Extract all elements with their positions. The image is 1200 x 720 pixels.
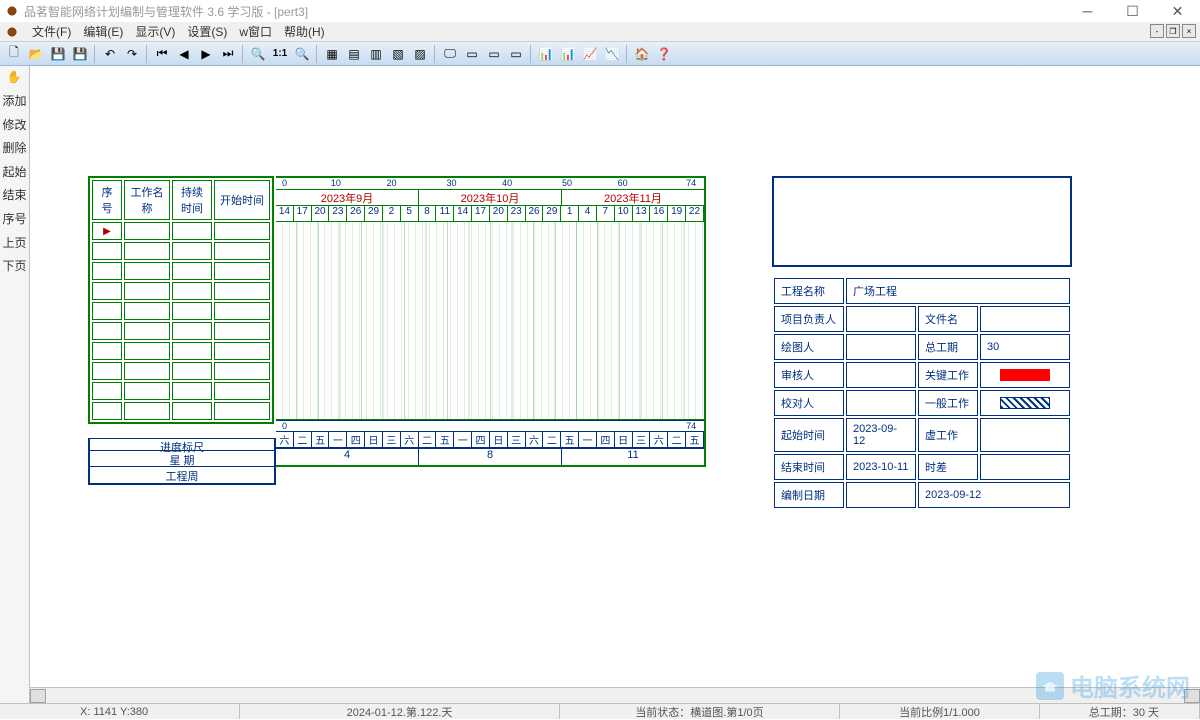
title-bar: 品茗智能网络计划编制与管理软件 3.6 学习版 - [pert3] ─ ☐ ✕ bbox=[0, 0, 1200, 22]
label-week: 工程周 bbox=[90, 467, 274, 483]
canvas[interactable]: 序号 工作名称 持续时间 开始时间 ▶ 0 bbox=[30, 66, 1200, 703]
mdi-close-button[interactable]: × bbox=[1182, 24, 1196, 38]
sidebar-add[interactable]: 添加 bbox=[2, 94, 26, 110]
doc-icon bbox=[4, 24, 20, 40]
gantt-days: 1417202326292581114172023262914710131619… bbox=[276, 206, 704, 222]
grid5-icon[interactable]: ▨ bbox=[410, 44, 430, 64]
status-total: 总工期：30 天 bbox=[1040, 704, 1200, 719]
mdi-minimize-button[interactable]: - bbox=[1150, 24, 1164, 38]
view3-icon[interactable]: ▭ bbox=[484, 44, 504, 64]
status-bar: X: 1141 Y:380 2024-01-12.第.122.天 当前状态：横道… bbox=[0, 703, 1200, 719]
menu-bar: 文件(F) 编辑(E) 显示(V) 设置(S) w窗口 帮助(H) - ❐ × bbox=[0, 22, 1200, 42]
info-preview-box bbox=[772, 176, 1072, 267]
gantt-months: 2023年9月 2023年10月 2023年11月 bbox=[276, 190, 704, 206]
window-title: 品茗智能网络计划编制与管理软件 3.6 学习版 - [pert3] bbox=[24, 3, 308, 20]
new-icon[interactable]: 🗋 bbox=[4, 44, 24, 64]
view4-icon[interactable]: ▭ bbox=[506, 44, 526, 64]
maximize-button[interactable]: ☐ bbox=[1110, 0, 1155, 22]
gantt-chart: 0 10 20 30 40 50 60 74 2023年9月 2023年10月 … bbox=[276, 176, 706, 467]
open-icon[interactable]: 📂 bbox=[26, 44, 46, 64]
minimize-button[interactable]: ─ bbox=[1065, 0, 1110, 22]
sidebar: ✋ 添加 修改 删除 起始 结束 序号 上页 下页 bbox=[0, 66, 30, 703]
label-progress: 进度标尺 bbox=[90, 439, 274, 451]
watermark-icon bbox=[1036, 672, 1064, 700]
watermark: 电脑系统网 bbox=[1036, 668, 1190, 703]
col-start: 开始时间 bbox=[214, 180, 270, 220]
save-icon[interactable]: 💾 bbox=[48, 44, 68, 64]
sidebar-nextpage[interactable]: 下页 bbox=[2, 259, 26, 275]
col-name: 工作名称 bbox=[124, 180, 170, 220]
toolbar: 🗋 📂 💾 💾 ↶ ↷ ⏮ ◀ ▶ ⏭ 🔍 1:1 🔍 ▦ ▤ ▥ ▧ ▨ 🖵 … bbox=[0, 42, 1200, 66]
status-date: 2024-01-12.第.122.天 bbox=[240, 704, 560, 719]
menu-view[interactable]: 显示(V) bbox=[129, 21, 181, 42]
view1-icon[interactable]: 🖵 bbox=[440, 44, 460, 64]
task-table: 序号 工作名称 持续时间 开始时间 ▶ bbox=[88, 176, 274, 424]
gantt-body bbox=[276, 222, 704, 420]
zoomin-icon[interactable]: 🔍 bbox=[292, 44, 312, 64]
hand-icon[interactable]: ✋ bbox=[7, 70, 23, 86]
last-icon[interactable]: ⏭ bbox=[218, 44, 238, 64]
first-icon[interactable]: ⏮ bbox=[152, 44, 172, 64]
critical-bar-icon bbox=[1000, 369, 1050, 381]
label-weekday: 星 期 bbox=[90, 451, 274, 467]
prev-icon[interactable]: ◀ bbox=[174, 44, 194, 64]
menu-window[interactable]: w窗口 bbox=[233, 21, 278, 42]
sidebar-end[interactable]: 结束 bbox=[2, 188, 26, 204]
sidebar-delete[interactable]: 删除 bbox=[2, 141, 26, 157]
scroll-left-icon[interactable] bbox=[30, 689, 46, 703]
sidebar-edit[interactable]: 修改 bbox=[2, 118, 26, 134]
normal-bar-icon bbox=[1000, 397, 1050, 409]
gantt-weekdays: 六二五一四日三六二五一四日三六二五一四日三六二五 bbox=[276, 432, 704, 448]
status-ratio: 当前比例1/1.000 bbox=[840, 704, 1040, 719]
h-scrollbar[interactable] bbox=[30, 687, 1200, 703]
grid1-icon[interactable]: ▦ bbox=[322, 44, 342, 64]
col-seq: 序号 bbox=[92, 180, 122, 220]
redo-icon[interactable]: ↷ bbox=[122, 44, 142, 64]
row-marker: ▶ bbox=[92, 222, 122, 240]
grid3-icon[interactable]: ▥ bbox=[366, 44, 386, 64]
zoomout-icon[interactable]: 🔍 bbox=[248, 44, 268, 64]
menu-settings[interactable]: 设置(S) bbox=[181, 21, 233, 42]
chart2-icon[interactable]: 📊 bbox=[558, 44, 578, 64]
undo-icon[interactable]: ↶ bbox=[100, 44, 120, 64]
close-button[interactable]: ✕ bbox=[1155, 0, 1200, 22]
gantt-weeks: 4 8 11 bbox=[276, 448, 704, 465]
sidebar-seq[interactable]: 序号 bbox=[2, 212, 26, 228]
menu-file[interactable]: 文件(F) bbox=[26, 21, 77, 42]
zoom11-icon[interactable]: 1:1 bbox=[270, 44, 290, 64]
sidebar-prevpage[interactable]: 上页 bbox=[2, 236, 26, 252]
next-icon[interactable]: ▶ bbox=[196, 44, 216, 64]
home-icon[interactable]: 🏠 bbox=[632, 44, 652, 64]
menu-edit[interactable]: 编辑(E) bbox=[77, 21, 129, 42]
chart3-icon[interactable]: 📈 bbox=[580, 44, 600, 64]
status-coords: X: 1141 Y:380 bbox=[0, 704, 240, 719]
sidebar-start[interactable]: 起始 bbox=[2, 165, 26, 181]
gantt-scale-top: 0 10 20 30 40 50 60 74 bbox=[276, 178, 704, 190]
app-icon bbox=[4, 3, 20, 19]
gantt-scale-bottom: 074 bbox=[276, 420, 704, 432]
menu-help[interactable]: 帮助(H) bbox=[278, 21, 331, 42]
col-duration: 持续时间 bbox=[172, 180, 212, 220]
status-state: 当前状态：横道图.第1/0页 bbox=[560, 704, 840, 719]
info-table: 工程名称广场工程 项目负责人文件名 绘图人总工期30 审核人关键工作 校对人一般… bbox=[772, 276, 1072, 510]
chart1-icon[interactable]: 📊 bbox=[536, 44, 556, 64]
help-icon[interactable]: ❓ bbox=[654, 44, 674, 64]
saveas-icon[interactable]: 💾 bbox=[70, 44, 90, 64]
chart4-icon[interactable]: 📉 bbox=[602, 44, 622, 64]
mdi-restore-button[interactable]: ❐ bbox=[1166, 24, 1180, 38]
grid2-icon[interactable]: ▤ bbox=[344, 44, 364, 64]
view2-icon[interactable]: ▭ bbox=[462, 44, 482, 64]
grid4-icon[interactable]: ▧ bbox=[388, 44, 408, 64]
